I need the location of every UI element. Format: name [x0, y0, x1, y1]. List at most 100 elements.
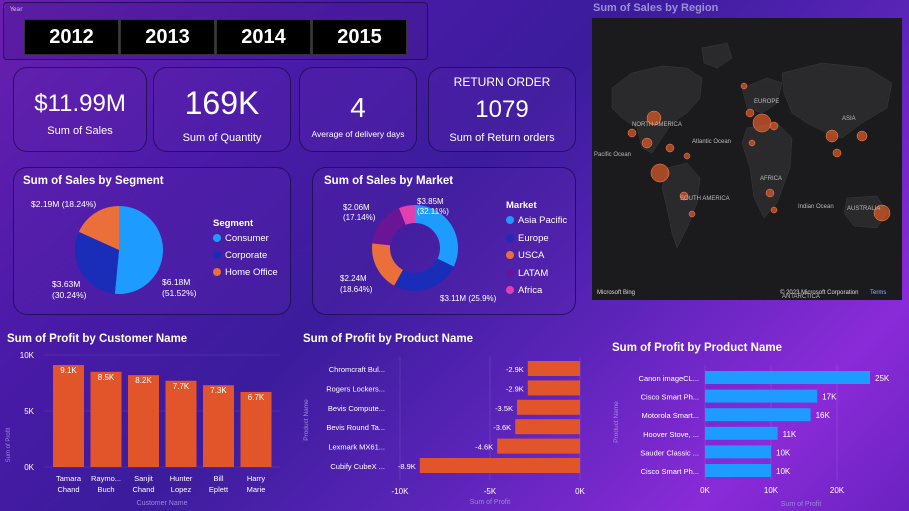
segment-label-consumer-pct: (51.52%): [162, 288, 197, 298]
product-pos-chart-title: Sum of Profit by Product Name: [612, 342, 782, 354]
kpi-quantity-label: Sum of Quantity: [182, 132, 262, 144]
customer-profit-chart[interactable]: 0K 5K 10K 9.1K Tamara Chand 8.5K Raymo... Buch 8…: [0, 345, 290, 510]
europe-shape: [741, 77, 783, 114]
product-neg-bar[interactable]: [419, 458, 580, 473]
product-neg-x-tick: 0K: [575, 487, 585, 496]
product-neg-bar-value: -8.9K: [398, 462, 416, 471]
product-neg-chart[interactable]: -10K -5K 0K -2.9K Chromcraft Bul... -2.9K Roge…: [300, 345, 595, 510]
market-legend-item[interactable]: Africa: [506, 285, 542, 296]
market-label-asia-pct: (32.11%): [417, 207, 449, 216]
product-pos-bar[interactable]: [705, 408, 811, 422]
label-north-america: NORTH AMERICA: [632, 122, 682, 128]
market-label-latam-value: $2.06M: [343, 203, 370, 212]
market-legend-item[interactable]: LATAM: [506, 268, 548, 279]
product-pos-chart[interactable]: 0K 10K 20K 25K Canon imageCL... 17K Cisco Smar…: [605, 355, 905, 510]
product-pos-x-tick: 20K: [830, 486, 845, 495]
bubble: [650, 163, 670, 183]
sales-region-map[interactable]: NORTH AMERICA EUROPE ASIA AFRICA SOUTH A…: [592, 18, 902, 300]
product-neg-bar[interactable]: [527, 380, 580, 396]
kpi-sales-value: $11.99M: [34, 90, 126, 117]
map-attribution: © 2023 Microsoft Corporation: [780, 289, 858, 296]
customer-bar[interactable]: [165, 380, 197, 467]
kpi-returns-card[interactable]: RETURN ORDER 1079 Sum of Return orders: [428, 67, 576, 152]
customer-bar[interactable]: [53, 365, 84, 467]
customer-bar[interactable]: [240, 391, 272, 467]
label-asia: ASIA: [842, 116, 856, 122]
product-neg-x-label: Sum of Profit: [470, 499, 511, 506]
product-pos-y-tick: Cisco Smart Ph...: [641, 393, 699, 402]
segment-legend-item[interactable]: Consumer: [213, 233, 269, 244]
customer-x-tick: Chand: [57, 485, 79, 494]
map-title: Sum of Sales by Region: [593, 2, 719, 14]
customer-bar-value: 8.2K: [135, 376, 152, 385]
product-neg-bar-value: -2.9K: [506, 365, 524, 374]
bubble: [665, 143, 675, 153]
product-pos-y-tick: Hoover Stove, ...: [643, 430, 699, 439]
bubble: [688, 210, 696, 218]
customer-x-tick: Hunter: [170, 474, 193, 483]
customer-y-tick: 5K: [24, 407, 34, 416]
market-legend-item[interactable]: Asia Pacific: [506, 215, 567, 226]
product-pos-bar[interactable]: [705, 371, 870, 384]
market-legend-title: Market: [506, 200, 537, 211]
year-2012-button[interactable]: 2012: [24, 19, 119, 55]
market-chart-card[interactable]: Sum of Sales by Market $3.85M (32.11%) $…: [312, 167, 576, 315]
label-europe: EUROPE: [754, 99, 779, 105]
customer-bar[interactable]: [90, 371, 122, 467]
kpi-quantity-value: 169K: [184, 85, 260, 121]
product-neg-y-tick: Cubify CubeX ...: [330, 462, 385, 471]
year-2013-button[interactable]: 2013: [120, 19, 215, 55]
product-pos-bars: 0K 10K 20K 25K Canon imageCL... 17K Cisco Smar…: [639, 365, 890, 495]
kpi-quantity-card[interactable]: 169K Sum of Quantity: [153, 67, 291, 152]
customer-x-tick: Bill: [213, 474, 223, 483]
market-donut: [372, 205, 458, 291]
segment-label-home-office: $2.19M (18.24%): [31, 199, 96, 209]
kpi-returns-label: Sum of Return orders: [449, 132, 555, 144]
market-label-usca-pct: (18.64%): [340, 285, 373, 294]
map-terms-link: Terms: [870, 290, 886, 296]
product-neg-bar[interactable]: [497, 438, 580, 454]
bubble: [683, 152, 691, 160]
customer-bar-value: 7.7K: [173, 382, 190, 391]
bubble: [745, 108, 755, 118]
product-neg-y-tick: Chromcraft Bul...: [329, 365, 385, 374]
year-2015-button[interactable]: 2015: [312, 19, 407, 55]
product-neg-y-tick: Lexmark MX61...: [328, 443, 385, 452]
product-neg-bar[interactable]: [515, 419, 580, 435]
segment-pie: [75, 206, 164, 294]
product-pos-bar-value: 11K: [783, 430, 797, 439]
market-legend-item[interactable]: Europe: [506, 233, 549, 244]
customer-bar[interactable]: [128, 375, 159, 467]
bubble: [825, 129, 839, 143]
year-2014-button[interactable]: 2014: [216, 19, 311, 55]
customer-bar[interactable]: [203, 385, 234, 467]
customer-y-tick: 0K: [24, 463, 34, 472]
market-label-usca-value: $2.24M: [340, 274, 367, 283]
market-slice-europe[interactable]: [394, 258, 454, 291]
segment-legend-item[interactable]: Corporate: [213, 250, 267, 261]
market-legend-item[interactable]: USCA: [506, 250, 544, 261]
kpi-delivery-card[interactable]: 4 Average of delivery days: [299, 67, 417, 152]
product-pos-bar[interactable]: [705, 445, 771, 459]
market-label-asia-value: $3.85M: [417, 197, 444, 206]
product-pos-y-tick: Motorola Smart...: [641, 411, 699, 420]
product-neg-bar[interactable]: [517, 399, 580, 415]
market-slice-latam[interactable]: [372, 208, 406, 246]
product-neg-bars: -10K -5K 0K -2.9K Chromcraft Bul... -2.9K Roge…: [326, 357, 586, 496]
customer-bar-value: 7.3K: [210, 386, 227, 395]
product-pos-bar[interactable]: [705, 426, 778, 440]
kpi-delivery-value: 4: [350, 92, 366, 123]
segment-slice-consumer[interactable]: [114, 206, 164, 294]
product-pos-bar[interactable]: [705, 389, 818, 403]
segment-chart-card[interactable]: Sum of Sales by Segment $2.19M (18.24%) …: [13, 167, 291, 315]
product-neg-bar[interactable]: [527, 361, 580, 376]
product-pos-bar-value: 10K: [776, 467, 791, 476]
customer-x-label: Customer Name: [137, 500, 188, 507]
slicer-header: Year: [10, 6, 23, 13]
kpi-sales-card[interactable]: $11.99M Sum of Sales: [13, 67, 147, 152]
bubble: [752, 113, 772, 133]
product-pos-bar[interactable]: [705, 464, 771, 477]
bing-logo: Microsoft Bing: [597, 290, 635, 296]
world-map[interactable]: NORTH AMERICA EUROPE ASIA AFRICA SOUTH A…: [592, 18, 902, 300]
segment-legend-item[interactable]: Home Office: [213, 267, 278, 278]
